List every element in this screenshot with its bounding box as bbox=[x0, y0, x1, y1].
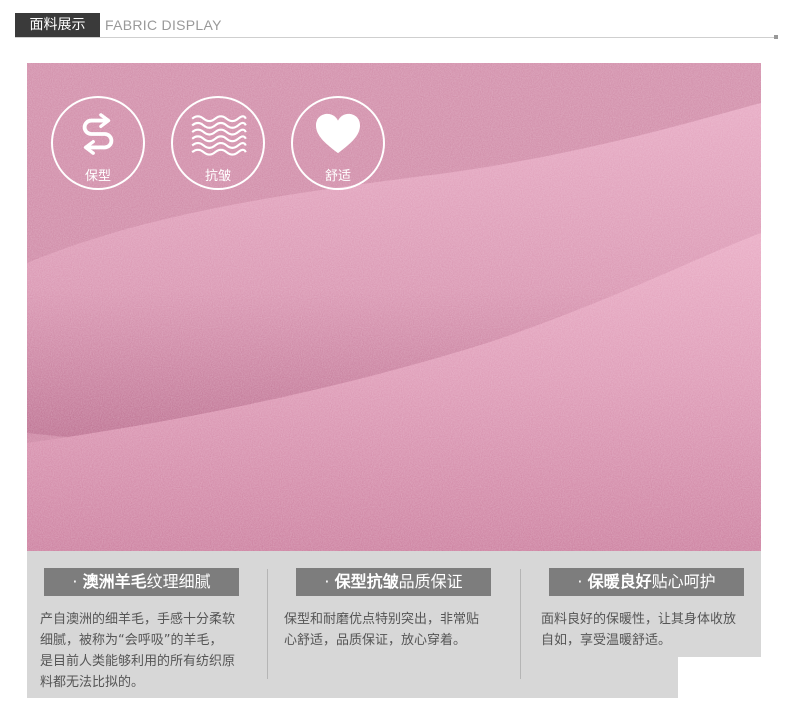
header-divider-dot bbox=[774, 35, 778, 39]
badge-label: 抗皱 bbox=[204, 169, 231, 184]
column-divider bbox=[520, 569, 521, 679]
feature-title-bold: 保暖良好 bbox=[587, 572, 652, 591]
waves-icon bbox=[191, 115, 247, 156]
feature-title-bold: 保型抗皱 bbox=[334, 572, 399, 591]
desc-line: 心舒适，品质保证，放心穿着。 bbox=[284, 633, 467, 648]
heart-icon bbox=[315, 113, 361, 154]
desc-line: 是目前人类能够利用的所有纺织原 bbox=[40, 654, 236, 669]
desc-line: 保型和耐磨优点特别突出，非常贴 bbox=[284, 612, 480, 627]
badge-comfort: 舒适 bbox=[291, 96, 385, 190]
desc-line: 产自澳洲的细羊毛，手感十分柔软 bbox=[40, 612, 236, 627]
desc-line: 自如，享受温暖舒适。 bbox=[541, 633, 672, 648]
badge-label: 保型 bbox=[84, 169, 111, 184]
section-subtitle: FABRIC DISPLAY bbox=[105, 17, 222, 33]
feature-desc-warmth: 面料良好的保暖性，让其身体收放 自如，享受温暖舒适。 bbox=[541, 609, 761, 651]
section-tag: 面料展示 bbox=[15, 13, 100, 37]
bullet: · bbox=[72, 572, 78, 591]
desc-line: 面料良好的保暖性，让其身体收放 bbox=[541, 612, 737, 627]
badge-shape-retention: 保型 bbox=[51, 96, 145, 190]
feature-desc-wool: 产自澳洲的细羊毛，手感十分柔软 细腻，被称为“会呼吸”的羊毛， 是目前人类能够利… bbox=[40, 609, 265, 693]
bullet: · bbox=[577, 572, 583, 591]
feature-title-wool: · 澳洲羊毛纹理细腻 bbox=[44, 568, 239, 596]
header-divider bbox=[15, 37, 778, 38]
feature-title-rest: 贴心呵护 bbox=[651, 572, 716, 591]
badge-anti-wrinkle: 抗皱 bbox=[171, 96, 265, 190]
feature-title-bold: 澳洲羊毛 bbox=[82, 572, 147, 591]
feature-title-shape: · 保型抗皱品质保证 bbox=[296, 568, 491, 596]
bullet: · bbox=[324, 572, 330, 591]
column-divider bbox=[267, 569, 268, 679]
desc-line: 细腻，被称为“会呼吸”的羊毛， bbox=[40, 633, 223, 648]
badge-label: 舒适 bbox=[324, 169, 351, 184]
feature-title-warmth: · 保暖良好贴心呵护 bbox=[549, 568, 744, 596]
desc-line: 料都无法比拟的。 bbox=[40, 675, 145, 690]
feature-desc-shape: 保型和耐磨优点特别突出，非常贴 心舒适，品质保证，放心穿着。 bbox=[284, 609, 509, 651]
feature-title-rest: 纹理细腻 bbox=[146, 572, 211, 591]
s-arrows-icon bbox=[82, 113, 114, 155]
feature-title-rest: 品质保证 bbox=[398, 572, 463, 591]
